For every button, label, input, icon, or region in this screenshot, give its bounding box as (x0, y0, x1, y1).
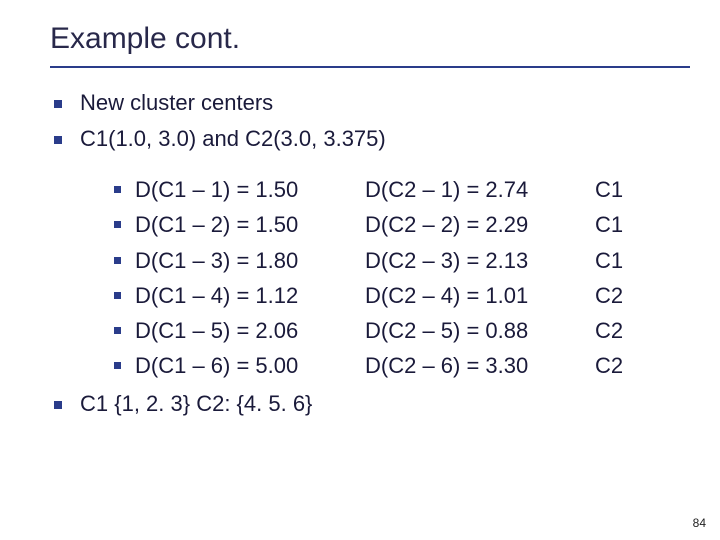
cell-assign: C1 (595, 207, 655, 242)
slide-title: Example cont. (50, 22, 690, 56)
table-row: D(C1 – 5) = 2.06 D(C2 – 5) = 0.88 C2 (114, 313, 690, 348)
bullet-list: New cluster centers C1(1.0, 3.0) and C2(… (54, 86, 690, 156)
cell-d-c1: D(C1 – 1) = 1.50 (135, 172, 365, 207)
cell-assign: C1 (595, 172, 655, 207)
summary-bullet: C1 {1, 2. 3} C2: {4. 5. 6} (54, 387, 690, 421)
table-row: D(C1 – 1) = 1.50 D(C2 – 1) = 2.74 C1 (114, 172, 690, 207)
cell-d-c1: D(C1 – 4) = 1.12 (135, 278, 365, 313)
square-bullet-icon (114, 292, 121, 299)
cell-d-c1: D(C1 – 5) = 2.06 (135, 313, 365, 348)
bullet-text: C1(1.0, 3.0) and C2(3.0, 3.375) (80, 122, 386, 156)
distance-table: D(C1 – 1) = 1.50 D(C2 – 1) = 2.74 C1 D(C… (114, 172, 690, 383)
bullet-item: New cluster centers (54, 86, 690, 120)
cell-d-c1: D(C1 – 2) = 1.50 (135, 207, 365, 242)
bullet-text: New cluster centers (80, 86, 273, 120)
cell-d-c2: D(C2 – 6) = 3.30 (365, 348, 595, 383)
square-bullet-icon (54, 401, 62, 409)
table-row: D(C1 – 6) = 5.00 D(C2 – 6) = 3.30 C2 (114, 348, 690, 383)
cell-assign: C2 (595, 348, 655, 383)
square-bullet-icon (54, 100, 62, 108)
bullet-item: C1(1.0, 3.0) and C2(3.0, 3.375) (54, 122, 690, 156)
cell-d-c2: D(C2 – 5) = 0.88 (365, 313, 595, 348)
cell-d-c1: D(C1 – 3) = 1.80 (135, 243, 365, 278)
cell-d-c2: D(C2 – 2) = 2.29 (365, 207, 595, 242)
square-bullet-icon (114, 362, 121, 369)
title-rule (50, 66, 690, 68)
table-row: D(C1 – 4) = 1.12 D(C2 – 4) = 1.01 C2 (114, 278, 690, 313)
spacer (50, 158, 690, 172)
table-row: D(C1 – 2) = 1.50 D(C2 – 2) = 2.29 C1 (114, 207, 690, 242)
cell-assign: C2 (595, 313, 655, 348)
slide: Example cont. New cluster centers C1(1.0… (0, 0, 720, 540)
cell-d-c1: D(C1 – 6) = 5.00 (135, 348, 365, 383)
square-bullet-icon (54, 136, 62, 144)
cell-d-c2: D(C2 – 1) = 2.74 (365, 172, 595, 207)
cell-assign: C1 (595, 243, 655, 278)
cell-assign: C2 (595, 278, 655, 313)
summary-text: C1 {1, 2. 3} C2: {4. 5. 6} (80, 387, 312, 421)
square-bullet-icon (114, 257, 121, 264)
square-bullet-icon (114, 186, 121, 193)
cell-d-c2: D(C2 – 4) = 1.01 (365, 278, 595, 313)
page-number: 84 (693, 516, 706, 530)
square-bullet-icon (114, 327, 121, 334)
cell-d-c2: D(C2 – 3) = 2.13 (365, 243, 595, 278)
square-bullet-icon (114, 221, 121, 228)
table-row: D(C1 – 3) = 1.80 D(C2 – 3) = 2.13 C1 (114, 243, 690, 278)
